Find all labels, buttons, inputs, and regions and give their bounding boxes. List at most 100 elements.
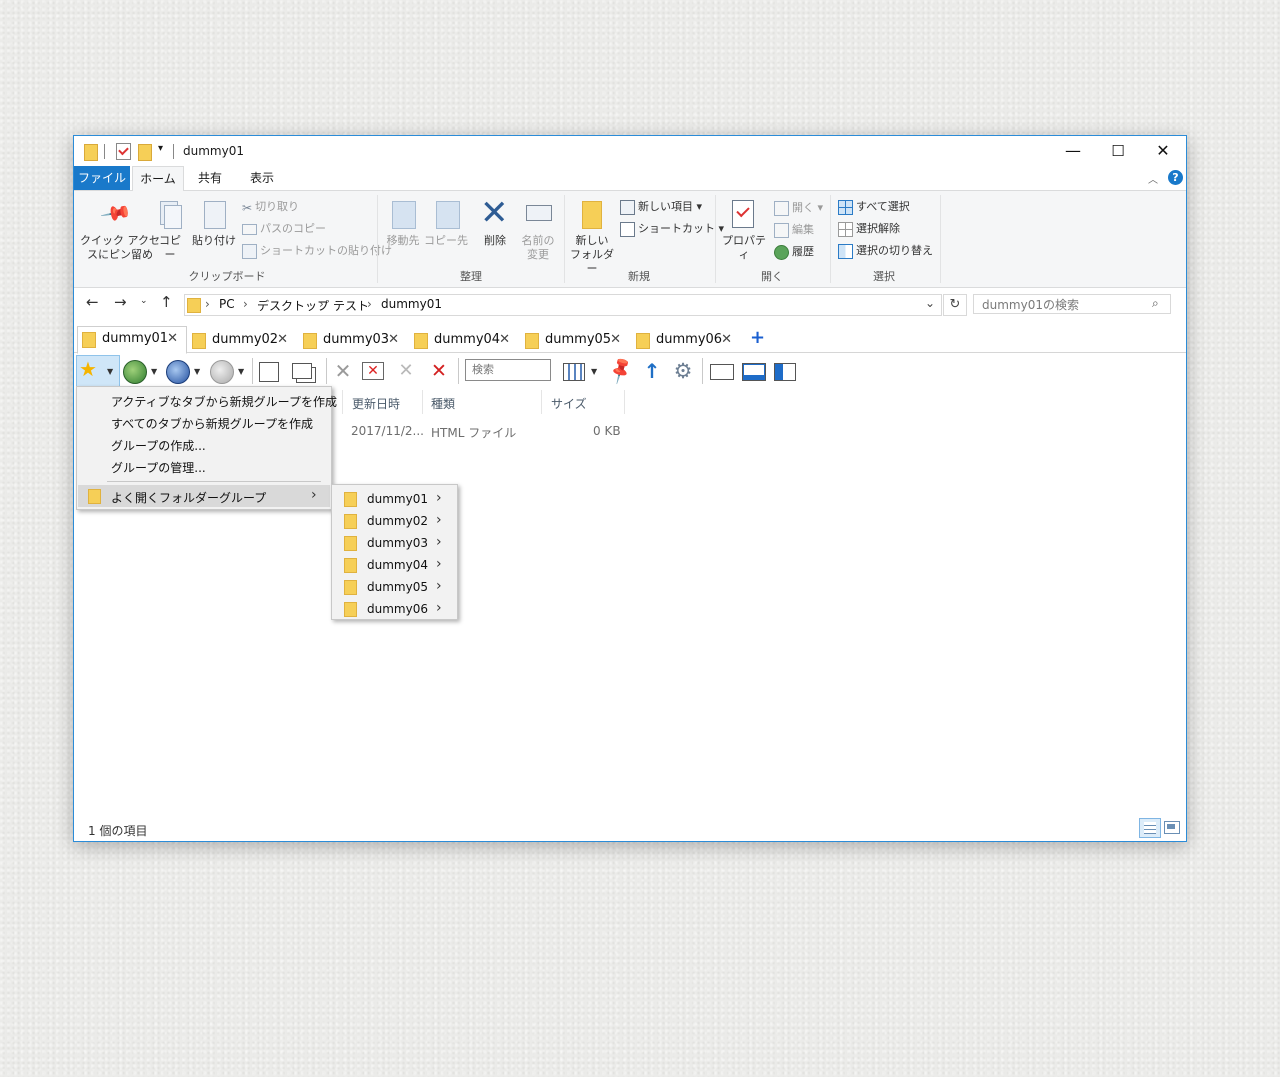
tab-dummy03[interactable]: dummy03 ✕ <box>299 328 407 352</box>
submenu-item-dummy04[interactable]: dummy04 › <box>332 555 457 575</box>
menu-item-manage-groups[interactable]: グループの管理... <box>111 459 206 476</box>
tab-dummy04[interactable]: dummy04 ✕ <box>410 328 518 352</box>
forward-arrow-icon[interactable]: → <box>114 293 127 311</box>
properties-button[interactable]: プロパティ <box>718 234 770 262</box>
crumb-chevron-icon[interactable]: › <box>205 297 210 311</box>
help-icon[interactable]: ? <box>1168 170 1183 185</box>
caret-down-icon[interactable]: ▼ <box>591 367 597 376</box>
large-icons-view-icon[interactable] <box>1164 821 1180 834</box>
tab-close-icon[interactable]: ✕ <box>167 327 178 351</box>
pin-tab-icon[interactable]: 📌 <box>605 355 637 386</box>
properties-icon[interactable] <box>116 143 131 160</box>
duplicate-window-icon[interactable] <box>292 363 312 379</box>
tab-close-icon[interactable]: ✕ <box>388 328 399 352</box>
column-type[interactable]: 種類 <box>431 395 455 412</box>
caret-down-icon[interactable]: ▼ <box>238 367 244 376</box>
select-none-button[interactable]: 選択解除 <box>838 220 900 237</box>
column-size[interactable]: サイズ <box>551 395 587 412</box>
disabled-globe-icon[interactable] <box>210 360 234 384</box>
open-new-window-icon[interactable] <box>259 362 279 382</box>
settings-gear-icon[interactable]: ⚙ <box>672 360 694 382</box>
tab-close-icon[interactable]: ✕ <box>277 328 288 352</box>
tab-dummy01[interactable]: dummy01 ✕ <box>77 326 187 354</box>
refresh-icon[interactable]: ↻ <box>943 294 967 316</box>
submenu-item-dummy06[interactable]: dummy06 › <box>332 599 457 619</box>
view-mode-icon[interactable] <box>563 363 585 381</box>
search-icon[interactable]: ⌕ <box>1152 296 1159 311</box>
layout-split-icon[interactable] <box>710 364 734 380</box>
copy-path-button[interactable]: パスのコピー <box>242 220 326 236</box>
crumb-chevron-icon[interactable]: › <box>319 297 324 311</box>
address-dropdown-chevron-icon[interactable]: ⌄ <box>925 296 935 310</box>
address-bar[interactable]: › PC › デスクトップ › テスト › dummy01 ⌄ <box>184 294 942 316</box>
crumb-pc[interactable]: PC <box>219 297 235 311</box>
file-modified-cell[interactable]: 2017/11/2... <box>351 424 424 438</box>
paste-button[interactable]: 貼り付け <box>192 234 236 248</box>
copy-button[interactable]: コピー <box>154 234 186 262</box>
new-item-button[interactable]: 新しい項目 ▾ <box>620 198 702 215</box>
caret-down-icon[interactable]: ▼ <box>194 367 200 376</box>
layout-bottom-pane-icon[interactable] <box>742 363 766 381</box>
tab-close-icon[interactable]: ✕ <box>610 328 621 352</box>
tab-view[interactable]: 表示 <box>240 166 284 190</box>
maximize-button[interactable]: ☐ <box>1095 136 1141 166</box>
close-left-icon[interactable]: ✕ <box>395 360 417 382</box>
tab-file[interactable]: ファイル <box>74 166 130 190</box>
tab-close-icon[interactable]: ✕ <box>499 328 510 352</box>
tab-dummy06[interactable]: dummy06 ✕ <box>632 328 740 352</box>
new-tab-plus-icon[interactable]: + <box>750 327 765 348</box>
paste-shortcut-button[interactable]: ショートカットの貼り付け <box>242 242 392 259</box>
rename-button[interactable]: 名前の 変更 <box>516 234 560 262</box>
toolbar-search-input[interactable]: 検索 <box>465 359 551 381</box>
crumb-test[interactable]: テスト <box>333 297 369 314</box>
tab-home[interactable]: ホーム <box>132 166 184 192</box>
submenu-item-dummy01[interactable]: dummy01 › <box>332 489 457 509</box>
menu-item-new-group-active[interactable]: アクティブなタブから新規グループを作成 <box>111 393 337 410</box>
back-globe-icon[interactable] <box>123 360 147 384</box>
submenu-item-dummy03[interactable]: dummy03 › <box>332 533 457 553</box>
back-arrow-icon[interactable]: ← <box>86 293 99 311</box>
menu-item-frequent-groups[interactable]: よく開くフォルダーグループ › <box>78 485 330 507</box>
move-to-button[interactable]: 移動先 <box>382 234 424 248</box>
cut-button[interactable]: ✂ 切り取り <box>242 198 299 215</box>
details-view-icon[interactable] <box>1139 818 1161 838</box>
close-button[interactable]: ✕ <box>1140 136 1186 166</box>
tab-share[interactable]: 共有 <box>188 166 232 190</box>
open-button[interactable]: 開く ▾ <box>774 199 823 216</box>
invert-selection-button[interactable]: 選択の切り替え <box>838 242 933 259</box>
edit-button[interactable]: 編集 <box>774 221 814 238</box>
select-all-button[interactable]: すべて選択 <box>838 198 910 215</box>
qa-dropdown-icon[interactable]: ▾ <box>158 143 163 154</box>
file-size-cell[interactable]: 0 KB <box>593 424 621 438</box>
file-type-cell[interactable]: HTML ファイル <box>431 424 516 441</box>
menu-item-create-group[interactable]: グループの作成... <box>111 437 206 454</box>
ribbon-collapse-icon[interactable]: ︿ <box>1148 171 1158 186</box>
submenu-item-dummy02[interactable]: dummy02 › <box>332 511 457 531</box>
recent-chevron-down-icon[interactable]: ⌄ <box>140 296 148 306</box>
crumb-chevron-icon[interactable]: › <box>367 297 372 311</box>
up-folder-arrow-icon[interactable]: ↑ <box>641 360 663 382</box>
history-button[interactable]: 履歴 <box>774 243 814 260</box>
pin-quick-access-button[interactable]: クイック アクセ スにピン留め <box>78 234 162 262</box>
layout-left-pane-icon[interactable] <box>774 363 796 381</box>
caret-down-icon[interactable]: ▼ <box>151 367 157 376</box>
column-modified[interactable]: 更新日時 <box>352 395 400 412</box>
up-arrow-icon[interactable]: ↑ <box>160 293 173 311</box>
shortcut-button[interactable]: ショートカット ▾ <box>620 220 724 237</box>
close-others-icon[interactable]: ✕ <box>362 362 384 380</box>
tab-dummy02[interactable]: dummy02 ✕ <box>188 328 296 352</box>
crumb-chevron-icon[interactable]: › <box>243 297 248 311</box>
crumb-dummy01[interactable]: dummy01 <box>381 297 442 311</box>
close-tab-icon[interactable]: ✕ <box>332 360 354 382</box>
search-input[interactable]: dummy01の検索 <box>973 294 1171 314</box>
submenu-item-dummy05[interactable]: dummy05 › <box>332 577 457 597</box>
star-icon[interactable]: ★ <box>79 358 101 380</box>
forward-globe-icon[interactable] <box>166 360 190 384</box>
caret-down-icon[interactable]: ▼ <box>107 367 113 376</box>
delete-button[interactable]: 削除 <box>474 234 516 248</box>
minimize-button[interactable]: — <box>1050 136 1096 166</box>
new-folder-icon[interactable] <box>138 144 152 161</box>
close-right-icon[interactable]: ✕ <box>428 360 450 382</box>
copy-to-button[interactable]: コピー先 <box>424 234 468 248</box>
tab-close-icon[interactable]: ✕ <box>721 328 732 352</box>
